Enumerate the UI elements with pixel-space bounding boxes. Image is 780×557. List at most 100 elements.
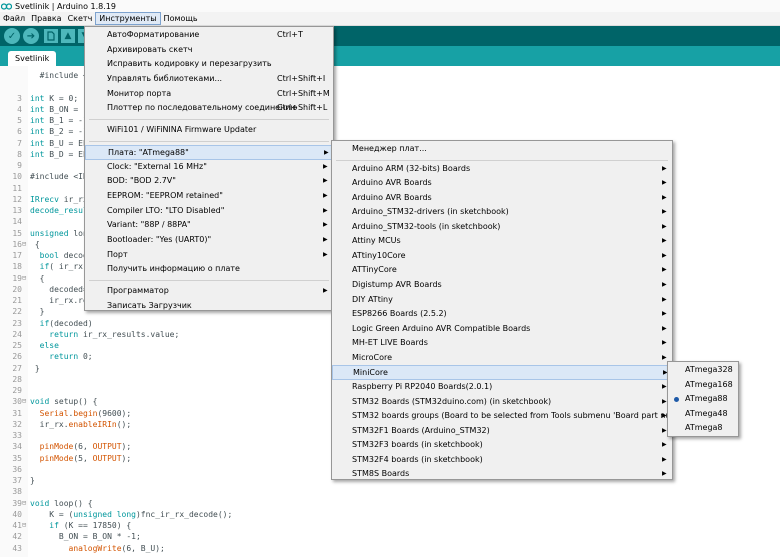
- code-text: ir_rx.enableIRIn();: [30, 419, 132, 429]
- fold-toggle-icon[interactable]: ⊟: [22, 239, 26, 250]
- board-menu-item[interactable]: Менеджер плат...: [332, 142, 672, 157]
- board-menu-item-label: Arduino_STM32-drivers (in sketchbook): [352, 207, 509, 217]
- board-menu-item[interactable]: STM32 boards groups (Board to be selecte…: [332, 409, 697, 424]
- tools-menu-item[interactable]: Bootloader: "Yes (UART0)" ▶: [85, 233, 333, 248]
- board-menu-item[interactable]: STM32F4 boards (in sketchbook) ▶: [332, 453, 672, 468]
- board-menu-item-label: Arduino_STM32-tools (in sketchbook): [352, 221, 501, 231]
- line-number: 42: [12, 532, 22, 542]
- minicore-menu-item[interactable]: ATmega328: [668, 363, 738, 378]
- tools-menu-item[interactable]: EEPROM: "EEPROM retained" ▶: [85, 189, 333, 204]
- board-menu-item-label: ESP8266 Boards (2.5.2): [352, 309, 447, 319]
- line-number: 6: [17, 127, 22, 137]
- menu-help[interactable]: Помощь: [161, 12, 201, 25]
- submenu-arrow-icon: ▶: [662, 208, 667, 216]
- menu-file[interactable]: Файл: [0, 12, 28, 25]
- board-menu-item[interactable]: STM32F3 boards (in sketchbook) ▶: [332, 438, 672, 453]
- board-menu-item[interactable]: ESP8266 Boards (2.5.2) ▶: [332, 307, 672, 322]
- line-number: 29: [12, 386, 22, 395]
- tools-menu-item-label: Плоттер по последовательному соединению: [107, 103, 298, 113]
- tools-menu-item[interactable]: Управлять библиотеками... Ctrl+Shift+I: [85, 72, 333, 87]
- tools-menu-item-label: Clock: "External 16 MHz": [107, 161, 207, 171]
- tools-menu-item-label: Записать Загрузчик: [107, 300, 192, 310]
- new-button[interactable]: [44, 29, 58, 43]
- tools-menu-item[interactable]: Порт ▶: [85, 248, 333, 263]
- line-number: 33: [12, 431, 22, 440]
- board-menu-item-label: STM8S Boards: [352, 469, 410, 479]
- fold-toggle-icon[interactable]: ⊟: [22, 396, 26, 407]
- board-menu-item[interactable]: STM8S Boards ▶: [332, 467, 672, 482]
- board-submenu: Менеджер плат... Arduino ARM (32-bits) Bo…: [331, 140, 697, 482]
- minicore-menu-item[interactable]: ATmega8: [668, 421, 738, 436]
- tools-menu-item[interactable]: WiFi101 / WiFiNINA Firmware Updater: [85, 123, 333, 138]
- board-menu-item[interactable]: Attiny MCUs ▶: [332, 234, 672, 249]
- code-text: int B_1 = -1: [30, 116, 88, 125]
- menu-edit[interactable]: Правка: [28, 12, 64, 25]
- tools-menu-item[interactable]: Variant: "88P / 88PA" ▶: [85, 218, 333, 233]
- board-menu-item[interactable]: ATtiny10Core ▶: [332, 249, 672, 264]
- code-text: decode_resul: [30, 206, 88, 215]
- line-number: 4: [17, 104, 22, 114]
- tools-menu-item-label: Монитор порта: [107, 88, 172, 98]
- code-text: IRrecv ir_rx: [30, 194, 88, 204]
- open-button[interactable]: ▲: [61, 29, 75, 43]
- tools-menu-item[interactable]: Плоттер по последовательному соединению C…: [85, 101, 333, 116]
- board-menu-item[interactable]: Arduino_STM32-drivers (in sketchbook) ▶: [332, 205, 672, 220]
- board-menu-item[interactable]: ATTinyCore ▶: [332, 263, 672, 278]
- board-menu-item[interactable]: Arduino ARM (32-bits) Boards ▶: [332, 162, 672, 177]
- board-menu-item[interactable]: Arduino AVR Boards ▶: [332, 191, 672, 206]
- board-menu-item[interactable]: MiniCore ▶: [332, 365, 672, 380]
- line-number: 20: [12, 284, 22, 294]
- minicore-menu-item[interactable]: ATmega88: [668, 392, 738, 407]
- minicore-menu-item[interactable]: ATmega48: [668, 407, 738, 422]
- submenu-arrow-icon: ▶: [323, 162, 328, 170]
- shortcut-text: Ctrl+T: [277, 30, 303, 39]
- line-number: 39: [12, 498, 22, 508]
- board-menu-item[interactable]: Raspberry Pi RP2040 Boards(2.0.1) ▶: [332, 380, 672, 395]
- fold-toggle-icon[interactable]: ⊟: [22, 520, 26, 531]
- code-text: int B_ON = -: [30, 104, 88, 114]
- check-icon: ✓: [7, 30, 17, 42]
- code-text: pinMode(5, OUTPUT);: [39, 453, 132, 463]
- board-menu-item[interactable]: MicroCore ▶: [332, 351, 672, 366]
- code-text: Serial.begin(9600);: [39, 408, 132, 418]
- tab-svetlinik[interactable]: Svetlinik: [8, 51, 57, 66]
- tools-menu-item[interactable]: BOD: "BOD 2.7V" ▶: [85, 174, 333, 189]
- minicore-menu-item-label: ATmega88: [685, 394, 728, 404]
- board-menu-item[interactable]: STM32F1 Boards (Arduino_STM32) ▶: [332, 424, 672, 439]
- tools-menu-item[interactable]: Архивировать скетч: [85, 43, 333, 58]
- board-menu-item-label: MiniCore: [353, 368, 388, 378]
- tools-menu-item[interactable]: Получить информацию о плате: [85, 262, 333, 277]
- board-menu-item[interactable]: Arduino AVR Boards ▶: [332, 176, 672, 191]
- fold-toggle-icon[interactable]: ⊟: [22, 498, 26, 509]
- board-menu-item[interactable]: STM32 Boards (STM32duino.com) (in sketch…: [332, 395, 672, 410]
- line-number: 21: [12, 296, 22, 305]
- tools-menu-item[interactable]: Плата: "ATmega88" ▶: [85, 145, 333, 160]
- fold-toggle-icon[interactable]: ⊟: [22, 273, 26, 284]
- tools-menu-item[interactable]: Clock: "External 16 MHz" ▶: [85, 160, 333, 175]
- line-number: 9: [17, 161, 22, 170]
- board-menu-item-label: Arduino AVR Boards: [352, 178, 432, 188]
- board-menu-item[interactable]: MH-ET LIVE Boards ▶: [332, 336, 672, 351]
- board-menu-item-label: Digistump AVR Boards: [352, 280, 442, 290]
- submenu-arrow-icon: ▶: [662, 251, 667, 259]
- tools-menu-item[interactable]: Программатор ▶: [85, 284, 333, 299]
- line-number: 34: [12, 442, 22, 452]
- board-menu-item[interactable]: DIY ATtiny ▶: [332, 293, 672, 308]
- board-menu-item[interactable]: Digistump AVR Boards ▶: [332, 278, 672, 293]
- tools-menu-item[interactable]: Compiler LTO: "LTO Disabled" ▶: [85, 204, 333, 219]
- board-menu-item-label: STM32 boards groups (Board to be selecte…: [352, 411, 697, 421]
- upload-button[interactable]: ➔: [23, 28, 39, 44]
- board-menu-item[interactable]: Logic Green Arduino AVR Compatible Board…: [332, 322, 672, 337]
- tools-menu-item[interactable]: АвтоФорматирование Ctrl+T: [85, 28, 333, 43]
- line-number: 28: [12, 374, 22, 384]
- tools-menu-item[interactable]: Монитор порта Ctrl+Shift+M: [85, 87, 333, 102]
- minicore-menu-item[interactable]: ATmega168: [668, 378, 738, 393]
- menu-sketch[interactable]: Скетч: [65, 12, 96, 25]
- submenu-arrow-icon: ▶: [323, 221, 328, 229]
- verify-button[interactable]: ✓: [4, 28, 20, 44]
- tools-menu-item[interactable]: Записать Загрузчик: [85, 299, 333, 314]
- menu-tools[interactable]: Инструменты: [95, 12, 161, 25]
- tools-menu-item[interactable]: Исправить кодировку и перезагрузить: [85, 57, 333, 72]
- code-text: }: [30, 307, 45, 317]
- board-menu-item[interactable]: Arduino_STM32-tools (in sketchbook) ▶: [332, 220, 672, 235]
